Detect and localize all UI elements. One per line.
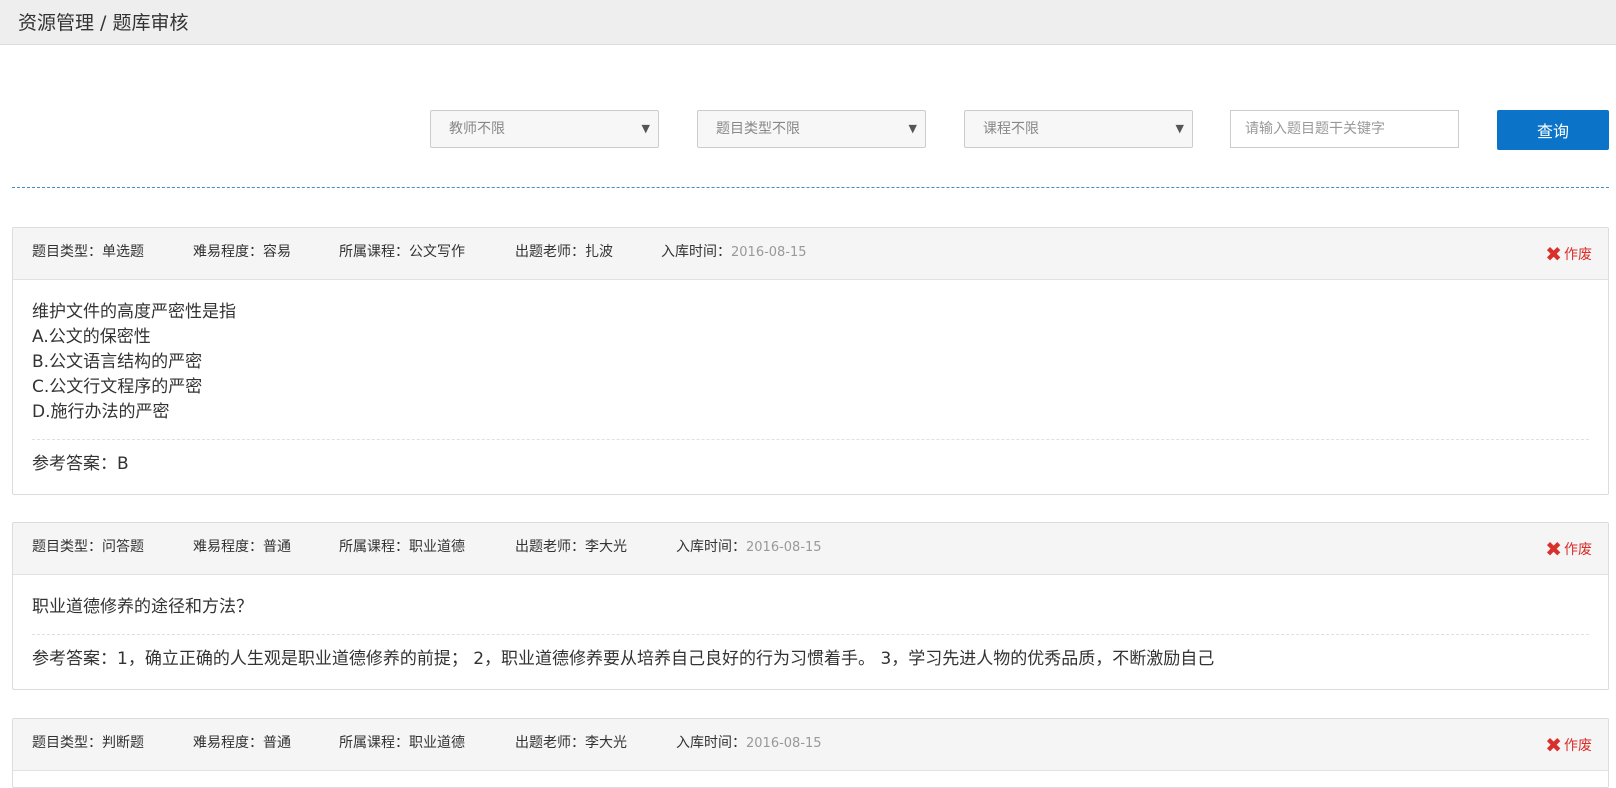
question-text: 职业道德修养的途径和方法？ [32, 597, 253, 617]
query-button[interactable]: 查询 [1497, 110, 1609, 150]
teacher-select[interactable]: 教师不限 ▼ [430, 110, 659, 148]
meta-difficulty: 难易程度：普通 [193, 735, 291, 751]
course-select-value: 课程不限 [983, 121, 1039, 137]
meta-type: 题目类型：问答题 [32, 539, 144, 555]
meta-type: 题目类型：判断题 [32, 735, 144, 751]
close-icon: ✖ [1545, 537, 1562, 561]
question-meta-bar: 题目类型：单选题 难易程度：容易 所属课程：公文写作 出题老师：扎波 入库时间：… [13, 228, 1608, 280]
question-meta-bar: 题目类型：问答题 难易程度：普通 所属课程：职业道德 出题老师：李大光 入库时间… [13, 523, 1608, 575]
course-select[interactable]: 课程不限 ▼ [964, 110, 1193, 148]
question-type-select-value: 题目类型不限 [716, 121, 800, 137]
question-card: 题目类型：问答题 难易程度：普通 所属课程：职业道德 出题老师：李大光 入库时间… [12, 522, 1609, 690]
close-icon: ✖ [1545, 733, 1562, 757]
meta-date: 入库时间：2016-08-15 [661, 244, 807, 260]
meta-teacher: 出题老师：扎波 [515, 244, 613, 260]
question-text: 维护文件的高度严密性是指 A.公文的保密性 B.公文语言结构的严密 C.公文行文… [32, 302, 236, 422]
section-divider [12, 187, 1609, 188]
meta-course: 所属课程：公文写作 [339, 244, 465, 260]
question-type-select[interactable]: 题目类型不限 ▼ [697, 110, 926, 148]
meta-difficulty: 难易程度：容易 [193, 244, 291, 260]
meta-difficulty: 难易程度：普通 [193, 539, 291, 555]
reference-answer: 参考答案：B [32, 454, 129, 474]
filter-bar: 教师不限 ▼ 题目类型不限 ▼ 课程不限 ▼ 查询 [0, 0, 1616, 190]
void-button[interactable]: ✖ 作废 [1545, 537, 1592, 561]
chevron-down-icon: ▼ [641, 122, 650, 135]
close-icon: ✖ [1545, 242, 1562, 266]
keyword-search-input[interactable] [1230, 110, 1459, 148]
reference-answer: 参考答案：1，确立正确的人生观是职业道德修养的前提； 2，职业道德修养要从培养自… [32, 649, 1215, 669]
meta-teacher: 出题老师：李大光 [515, 735, 627, 751]
void-button[interactable]: ✖ 作废 [1545, 733, 1592, 757]
question-meta-bar: 题目类型：判断题 难易程度：普通 所属课程：职业道德 出题老师：李大光 入库时间… [13, 719, 1608, 771]
meta-course: 所属课程：职业道德 [339, 539, 465, 555]
question-card: 题目类型：判断题 难易程度：普通 所属课程：职业道德 出题老师：李大光 入库时间… [12, 718, 1609, 788]
meta-teacher: 出题老师：李大光 [515, 539, 627, 555]
chevron-down-icon: ▼ [908, 122, 917, 135]
teacher-select-value: 教师不限 [449, 121, 505, 137]
meta-date: 入库时间：2016-08-15 [676, 735, 822, 751]
chevron-down-icon: ▼ [1175, 122, 1184, 135]
void-button[interactable]: ✖ 作废 [1545, 242, 1592, 266]
meta-date: 入库时间：2016-08-15 [676, 539, 822, 555]
meta-type: 题目类型：单选题 [32, 244, 144, 260]
question-card: 题目类型：单选题 难易程度：容易 所属课程：公文写作 出题老师：扎波 入库时间：… [12, 227, 1609, 495]
meta-course: 所属课程：职业道德 [339, 735, 465, 751]
